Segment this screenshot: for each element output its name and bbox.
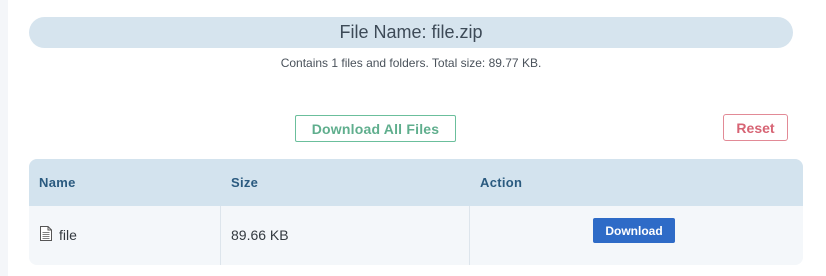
file-viewer-panel: File Name: file.zip Contains 1 files and… <box>8 0 826 276</box>
column-divider <box>469 206 470 265</box>
column-divider <box>220 206 221 265</box>
download-all-files-button[interactable]: Download All Files <box>295 115 456 142</box>
column-header-size: Size <box>231 175 259 190</box>
reset-button[interactable]: Reset <box>723 114 788 141</box>
column-header-name: Name <box>39 175 76 190</box>
archive-summary: Contains 1 files and folders. Total size… <box>280 56 542 70</box>
table-header: Name Size Action <box>29 159 803 206</box>
files-table: Name Size Action file 89.66 KB Download <box>29 159 803 265</box>
file-icon <box>40 226 52 241</box>
column-header-action: Action <box>480 175 523 190</box>
file-name-cell: file <box>59 227 77 243</box>
download-file-button[interactable]: Download <box>593 218 675 243</box>
file-name-title: File Name: file.zip <box>29 17 793 48</box>
file-name-text: File Name: file.zip <box>339 22 483 42</box>
file-size-cell: 89.66 KB <box>231 227 289 243</box>
table-row: file 89.66 KB Download <box>29 206 803 265</box>
